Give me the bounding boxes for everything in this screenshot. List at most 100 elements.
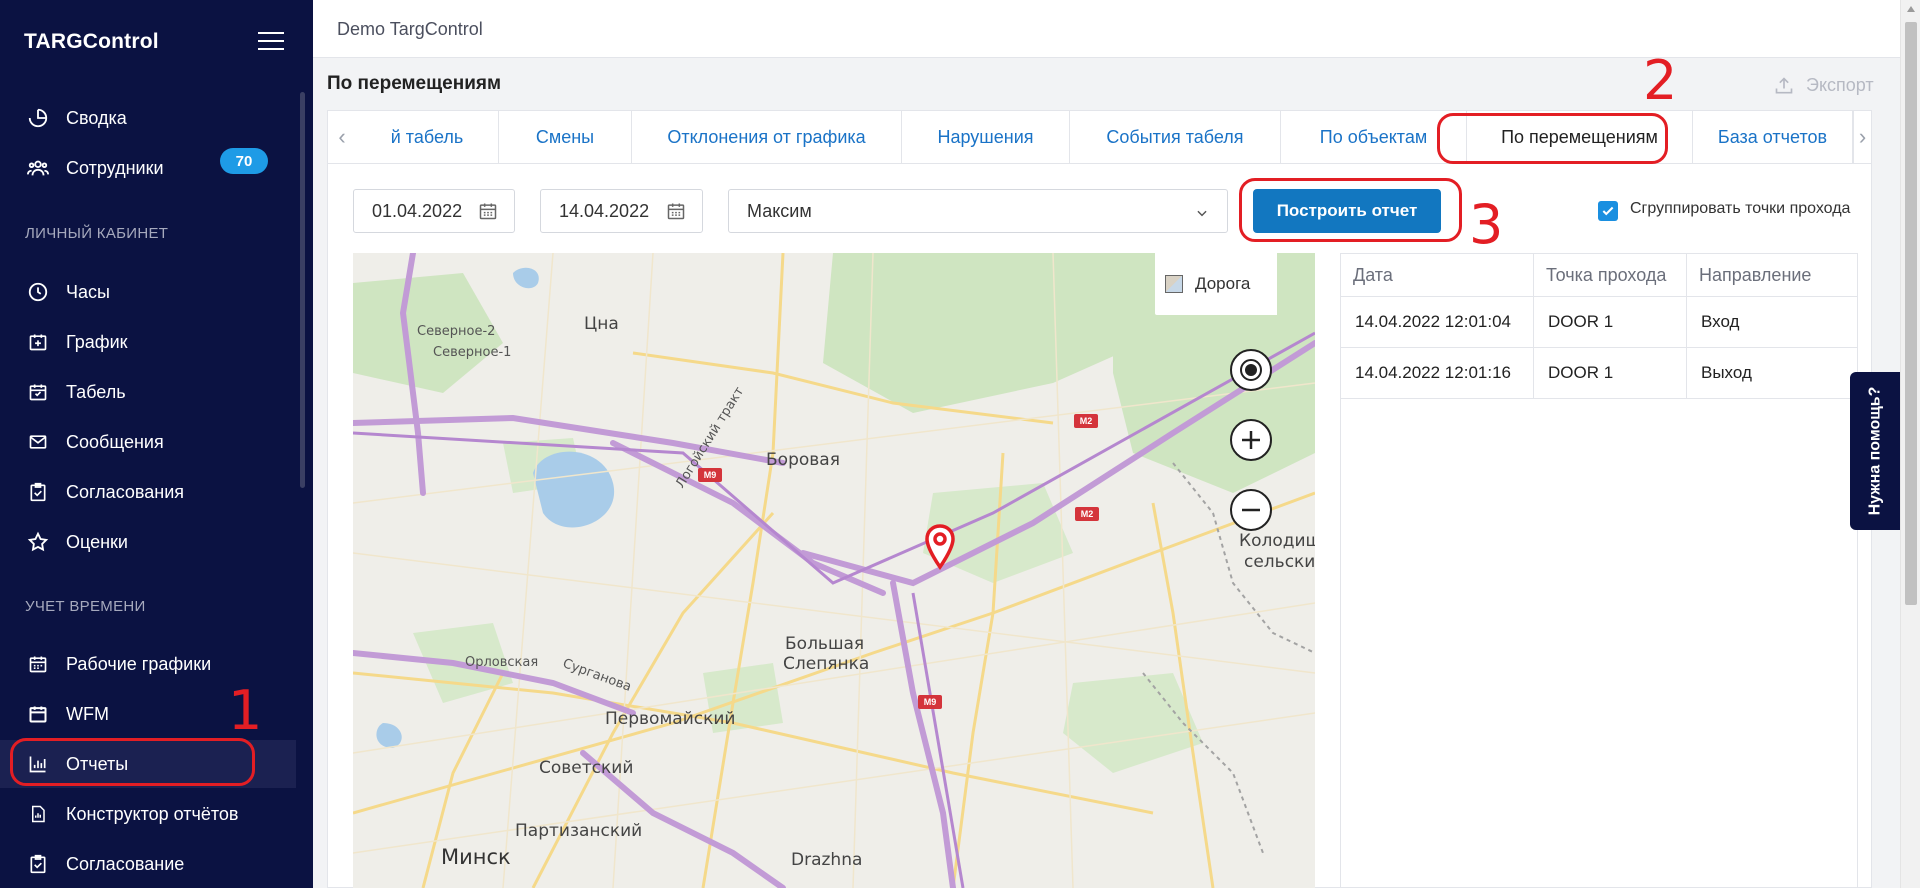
date-to-field[interactable]: 14.04.2022 bbox=[540, 189, 703, 233]
sidebar-item-label: Сводка bbox=[66, 107, 127, 128]
sidebar-item-label: Рабочие графики bbox=[66, 653, 212, 674]
sidebar-item-messages[interactable]: Сообщения bbox=[0, 418, 296, 466]
build-report-button[interactable]: Построить отчет bbox=[1253, 189, 1441, 233]
tab-violations[interactable]: Нарушения bbox=[902, 111, 1070, 163]
map-label: Северное-2 bbox=[417, 324, 496, 339]
schedule-icon bbox=[26, 652, 50, 676]
mail-icon bbox=[26, 430, 50, 454]
tab-shifts[interactable]: Смены bbox=[499, 111, 632, 163]
column-header-direction[interactable]: Направление bbox=[1687, 254, 1857, 297]
sidebar-scrollbar[interactable] bbox=[300, 92, 305, 488]
map-layer-icon bbox=[1165, 275, 1183, 293]
wfm-calendar-icon bbox=[26, 702, 50, 726]
sidebar-item-label: WFM bbox=[66, 703, 109, 724]
zoom-in-icon[interactable] bbox=[1230, 419, 1272, 461]
column-header-date[interactable]: Дата bbox=[1341, 254, 1534, 297]
sidebar-item-ratings[interactable]: Оценки bbox=[0, 518, 296, 566]
map-label: Северное-1 bbox=[433, 345, 512, 360]
brand-logo: TARGControl bbox=[24, 30, 159, 53]
tab-timesheet-partial[interactable]: й табель bbox=[356, 111, 499, 163]
sidebar-item-label: Отчеты bbox=[66, 753, 129, 774]
map-label: Партизанский bbox=[515, 821, 643, 841]
sidebar-item-approvals[interactable]: Согласования bbox=[0, 468, 296, 516]
sidebar-item-schedule[interactable]: График bbox=[0, 318, 296, 366]
tabs-next-arrow-icon[interactable]: › bbox=[1853, 111, 1871, 163]
section-personal: ЛИЧНЫЙ КАБИНЕТ bbox=[25, 225, 169, 242]
sidebar-item-summary[interactable]: Сводка bbox=[0, 94, 296, 142]
page-title: По перемещениям bbox=[327, 73, 502, 94]
sidebar-item-hours[interactable]: Часы bbox=[0, 268, 296, 316]
sidebar-item-label: Сотрудники bbox=[66, 157, 164, 178]
date-from-value: 01.04.2022 bbox=[372, 200, 463, 221]
table-cell-direction: Выход bbox=[1687, 348, 1857, 399]
tab-by-objects[interactable]: По объектам bbox=[1281, 111, 1467, 163]
annotation-number: 2 bbox=[1643, 49, 1678, 112]
page-scrollbar[interactable] bbox=[1900, 0, 1920, 888]
calendar-icon[interactable] bbox=[666, 201, 686, 221]
annotation-number: 1 bbox=[228, 679, 263, 742]
chevron-down-icon bbox=[1195, 204, 1209, 218]
map-view[interactable]: Северное-2 Северное-1 Цна Боровая Логойс… bbox=[353, 253, 1315, 888]
section-time: УЧЕТ ВРЕМЕНИ bbox=[25, 598, 146, 615]
table-cell-point: DOOR 1 bbox=[1534, 348, 1687, 399]
star-icon bbox=[26, 530, 50, 554]
tab-by-movements[interactable]: По перемещениям bbox=[1467, 111, 1693, 163]
road-shield-m2: M2 bbox=[1074, 414, 1098, 428]
date-to-value: 14.04.2022 bbox=[559, 200, 650, 221]
map-label: сельский bbox=[1244, 552, 1315, 572]
movements-table: Дата Точка прохода Направление 14.04.202… bbox=[1340, 253, 1858, 888]
sidebar-item-label: Табель bbox=[66, 381, 126, 402]
sidebar-item-label: Оценки bbox=[66, 531, 128, 552]
map-label: Drazhna bbox=[791, 850, 863, 870]
timesheet-icon bbox=[26, 380, 50, 404]
sidebar-item-approval[interactable]: Согласование bbox=[0, 840, 296, 888]
group-points-checkbox[interactable] bbox=[1598, 201, 1618, 221]
map-pin-icon[interactable] bbox=[924, 524, 956, 575]
sidebar-item-label: График bbox=[66, 331, 128, 352]
map-label: Колодищ bbox=[1239, 531, 1315, 551]
sidebar-item-report-builder[interactable]: Конструктор отчётов bbox=[0, 790, 296, 838]
map-label: Советский bbox=[539, 758, 634, 778]
org-title: Demo TargControl bbox=[337, 19, 483, 39]
sidebar: TARGControl Сводка Сотрудники 70 ЛИЧНЫЙ … bbox=[0, 0, 313, 888]
bar-chart-icon bbox=[26, 752, 50, 776]
menu-toggle-icon[interactable] bbox=[258, 32, 284, 52]
employee-select[interactable]: Максим bbox=[728, 189, 1228, 233]
calendar-icon[interactable] bbox=[478, 201, 498, 221]
annotation-number: 3 bbox=[1469, 193, 1504, 256]
map-label: Боровая bbox=[766, 450, 840, 470]
sidebar-item-label: Согласование bbox=[66, 853, 185, 874]
map-layer-label: Дорога bbox=[1195, 274, 1251, 293]
road-shield-m9: M9 bbox=[918, 695, 942, 709]
scroll-up-arrow-icon[interactable] bbox=[1907, 6, 1915, 12]
locate-me-icon[interactable] bbox=[1230, 349, 1272, 391]
date-from-field[interactable]: 01.04.2022 bbox=[353, 189, 515, 233]
tab-reports-base[interactable]: База отчетов bbox=[1693, 111, 1853, 163]
tab-timesheet-events[interactable]: События табеля bbox=[1070, 111, 1281, 163]
sidebar-item-timesheet[interactable]: Табель bbox=[0, 368, 296, 416]
sidebar-item-reports[interactable]: Отчеты bbox=[0, 740, 296, 788]
column-header-point[interactable]: Точка прохода bbox=[1534, 254, 1687, 297]
map-label: Минск bbox=[441, 845, 511, 869]
report-tabs: ‹ й табель Смены Отклонения от графика Н… bbox=[327, 110, 1872, 164]
dashboard-icon bbox=[26, 106, 50, 130]
map-label: Большая bbox=[785, 634, 865, 654]
page-scrollbar-thumb[interactable] bbox=[1905, 22, 1917, 605]
export-button[interactable]: Экспорт bbox=[1774, 75, 1874, 96]
map-label: Первомайский bbox=[605, 709, 736, 729]
sidebar-item-label: Часы bbox=[66, 281, 110, 302]
tab-schedule-deviations[interactable]: Отклонения от графика bbox=[632, 111, 902, 163]
upload-icon bbox=[1774, 76, 1794, 96]
report-builder-icon bbox=[26, 802, 50, 826]
table-cell-date: 14.04.2022 12:01:16 bbox=[1341, 348, 1534, 399]
help-tab[interactable]: Нужна помощь? bbox=[1850, 372, 1900, 530]
zoom-out-icon[interactable] bbox=[1230, 489, 1272, 531]
calendar-plus-icon bbox=[26, 330, 50, 354]
users-icon bbox=[26, 156, 50, 180]
clipboard-check-icon bbox=[26, 480, 50, 504]
table-cell-date: 14.04.2022 12:01:04 bbox=[1341, 297, 1534, 348]
map-layer-switch[interactable]: Дорога bbox=[1155, 253, 1277, 315]
table-cell-point: DOOR 1 bbox=[1534, 297, 1687, 348]
tabs-prev-arrow-icon[interactable]: ‹ bbox=[328, 111, 356, 163]
sidebar-item-label: Сообщения bbox=[66, 431, 164, 452]
